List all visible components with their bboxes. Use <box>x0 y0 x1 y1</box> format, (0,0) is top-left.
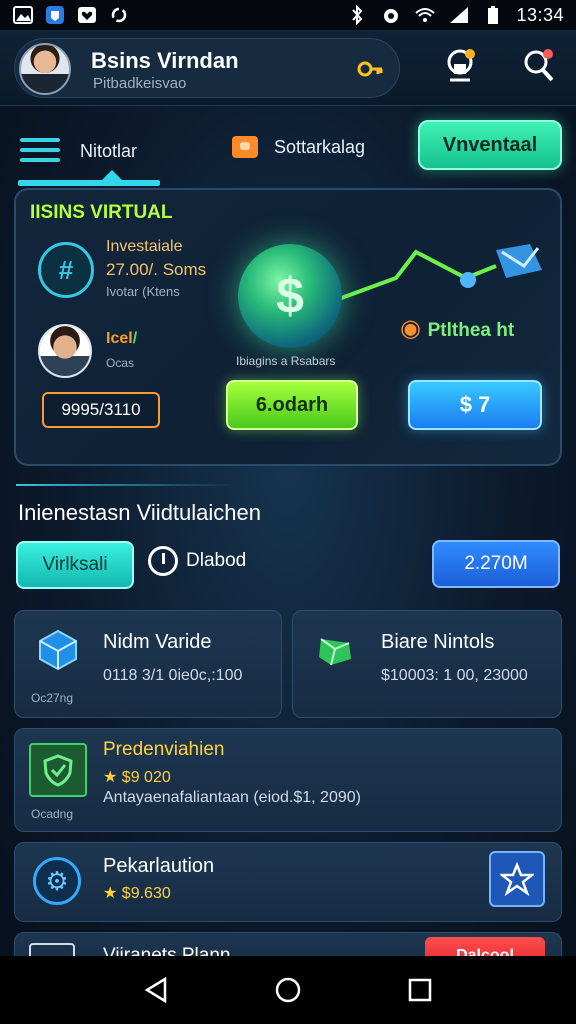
investment-subtitle: Ivotar (Ktens <box>106 284 180 299</box>
app-header: Bsins Virndan Pitbadkeisvao <box>0 30 576 106</box>
blue-action-button[interactable]: $ 7 <box>408 380 542 430</box>
card-footer: Oc27ng <box>31 691 74 705</box>
tab-category-label: Sottarkalag <box>274 136 366 157</box>
premium-card[interactable]: Predenviahien ★ $9 020 Antayaenafalianta… <box>14 728 562 832</box>
hero-card: IISINS VIRTUAL # Investaiale 27.00/. Som… <box>14 188 562 466</box>
gear-icon: ⚙ <box>33 857 81 905</box>
card-subtitle: $10003: 1 00, 23000 <box>381 667 528 684</box>
shield-app-icon <box>44 5 66 25</box>
bluetooth-icon <box>346 5 368 25</box>
heart-icon <box>76 5 98 25</box>
card-subtitle: Antayaenafaliantaan (eiod.$1, 2090) <box>103 789 361 806</box>
profit-label: ◉ Ptlthea ht <box>400 314 514 343</box>
user-subtitle: Pitbadkeisvao <box>93 75 187 92</box>
tab-active-indicator <box>18 170 160 186</box>
card-footer: Ocadng <box>31 807 74 821</box>
coin-icon: ◉ <box>400 315 428 342</box>
star-icon: ★ <box>103 769 122 786</box>
sync-icon <box>108 5 130 25</box>
green-cube-icon <box>319 638 351 666</box>
settings-card[interactable]: ⚙ Pekarlaution ★ $9.630 <box>14 842 562 922</box>
alarm-icon <box>380 5 402 25</box>
signal-icon <box>448 5 470 25</box>
tab-category[interactable]: Sottarkalag <box>232 132 365 162</box>
card-subtitle: 0118 3/1 0ie0c,:100 <box>103 667 243 684</box>
clock-icon <box>148 546 178 576</box>
user-name: Bsins Virndan <box>91 48 239 73</box>
section-divider <box>16 484 236 486</box>
card-price-value: $9 020 <box>121 769 171 786</box>
lock-search-icon[interactable] <box>440 44 480 88</box>
card-title: Pekarlaution <box>103 855 215 877</box>
period-label: Dlabod <box>186 550 247 571</box>
profit-label-text: Ptlthea ht <box>427 320 515 341</box>
back-icon[interactable] <box>136 970 176 1010</box>
card-price: ★ $9.630 <box>103 883 171 903</box>
cube-icon <box>39 629 77 671</box>
tab-menu-label: Nitotlar <box>80 141 138 161</box>
recents-icon[interactable] <box>400 970 440 1010</box>
search-icon[interactable] <box>518 44 558 88</box>
card-title: Predenviahien <box>103 739 225 760</box>
section-title: Inienestasn Viidtulaichen <box>18 500 261 525</box>
status-bar: 13:34 <box>0 0 576 30</box>
investor-badge: Icel/ <box>106 330 137 348</box>
card-price: ★ $9 020 <box>103 767 171 787</box>
avatar[interactable] <box>19 43 71 95</box>
filter-button[interactable]: Virlksali <box>16 541 134 589</box>
investor-avatar[interactable] <box>38 324 92 378</box>
asset-card[interactable]: Biare Nintols $10003: 1 00, 23000 <box>292 610 562 718</box>
wallet-icon <box>232 136 258 158</box>
green-action-button[interactable]: 6.odarh <box>226 380 358 430</box>
shield-icon <box>29 743 87 797</box>
inventory-button[interactable]: Vnventaal <box>418 120 562 170</box>
star-icon: ★ <box>103 885 122 902</box>
investor-subtitle: Ocas <box>106 356 135 370</box>
globe-caption: Ibiagins a Rsabars <box>236 354 336 368</box>
battery-icon <box>482 5 504 25</box>
hamburger-menu-icon[interactable] <box>20 138 60 164</box>
value-button[interactable]: 2.270M <box>432 540 560 588</box>
card-title: Biare Nintols <box>381 631 495 653</box>
period-selector[interactable]: Dlabod <box>148 546 246 576</box>
status-time: 13:34 <box>516 4 564 25</box>
tab-bar: Nitotlar Sottarkalag Vnventaal <box>0 110 576 188</box>
globe-dollar-icon: $ <box>238 244 342 348</box>
key-icon[interactable] <box>357 57 383 81</box>
profile-card[interactable]: Bsins Virndan Pitbadkeisvao <box>14 38 400 98</box>
investor-badge-a: Icel <box>106 330 133 347</box>
amount-pill[interactable]: 9995/3110 <box>42 392 160 428</box>
investor-badge-b: / <box>132 330 138 347</box>
image-icon <box>12 5 34 25</box>
investment-icon: # <box>38 242 94 298</box>
system-nav-bar <box>0 956 576 1024</box>
card-price-value: $9.630 <box>121 885 171 902</box>
investment-value: 27.00/. Soms <box>106 260 207 279</box>
asset-card[interactable]: Nidm Varide 0118 3/1 0ie0c,:100 Oc27ng <box>14 610 282 718</box>
investment-title: Investaiale <box>106 238 183 255</box>
tab-menu[interactable]: Nitotlar <box>18 130 160 186</box>
hero-title: IISINS VIRTUAL <box>30 202 173 223</box>
wifi-icon <box>414 5 436 25</box>
favorite-star-button[interactable] <box>489 851 545 907</box>
home-icon[interactable] <box>268 970 308 1010</box>
card-title: Nidm Varide <box>103 631 212 653</box>
